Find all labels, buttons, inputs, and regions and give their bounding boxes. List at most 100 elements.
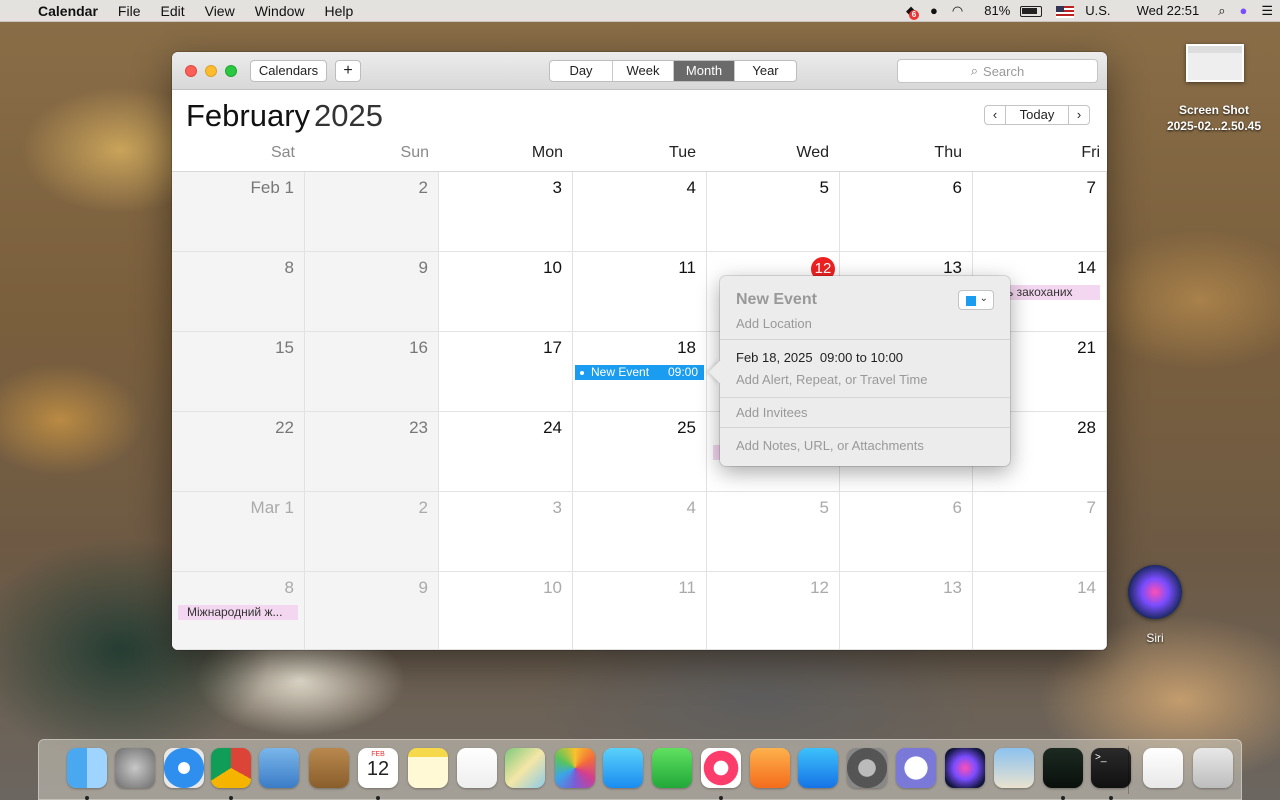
notes-icon[interactable] bbox=[408, 748, 448, 788]
mail-icon[interactable] bbox=[259, 748, 299, 788]
day-cell[interactable]: 24 bbox=[439, 412, 573, 492]
menu-edit[interactable]: Edit bbox=[150, 0, 194, 22]
next-month-button[interactable]: › bbox=[1068, 105, 1090, 125]
tab-week[interactable]: Week bbox=[613, 61, 674, 81]
safari-icon[interactable] bbox=[164, 748, 204, 788]
day-cell[interactable]: 14 bbox=[973, 572, 1107, 650]
day-cell[interactable]: 10 bbox=[439, 252, 573, 332]
wifi-icon[interactable]: ◠ bbox=[945, 3, 970, 19]
preview-icon[interactable] bbox=[994, 748, 1034, 788]
day-cell[interactable]: 8 bbox=[172, 252, 305, 332]
launchpad-icon[interactable] bbox=[115, 748, 155, 788]
add-event-button[interactable]: + bbox=[335, 60, 361, 82]
location-field[interactable]: Add Location bbox=[736, 316, 812, 331]
day-cell[interactable]: 2 bbox=[305, 172, 439, 252]
screenshot-file-date[interactable]: 2025-02...2.50.45 bbox=[1150, 119, 1278, 133]
day-cell[interactable]: 3 bbox=[439, 492, 573, 572]
day-cell[interactable]: 12 bbox=[707, 572, 840, 650]
reminders-icon[interactable] bbox=[457, 748, 497, 788]
day-cell[interactable]: 17 bbox=[439, 332, 573, 412]
dropbox-icon[interactable]: ◆6 bbox=[899, 3, 923, 20]
siri-icon[interactable] bbox=[1128, 565, 1182, 619]
chrome-icon[interactable] bbox=[211, 748, 251, 788]
day-cell[interactable]: 22 bbox=[172, 412, 305, 492]
finder-icon[interactable] bbox=[67, 748, 107, 788]
notes-field[interactable]: Add Notes, URL, or Attachments bbox=[736, 438, 924, 453]
tab-month[interactable]: Month bbox=[674, 61, 735, 81]
day-cell[interactable]: 7 bbox=[973, 492, 1107, 572]
menu-help[interactable]: Help bbox=[315, 0, 364, 22]
day-cell[interactable]: 9 bbox=[305, 252, 439, 332]
day-cell[interactable]: 11 bbox=[573, 572, 707, 650]
books-icon[interactable] bbox=[750, 748, 790, 788]
notification-center-icon[interactable]: ☰ bbox=[1254, 3, 1280, 19]
day-cell[interactable]: 9 bbox=[305, 572, 439, 650]
photos-icon[interactable] bbox=[555, 748, 595, 788]
app-menu[interactable]: Calendar bbox=[32, 0, 108, 22]
clock[interactable]: Wed 22:51 bbox=[1125, 3, 1212, 18]
event-title-field[interactable]: New Event bbox=[736, 291, 817, 309]
minimize-button[interactable] bbox=[205, 65, 217, 77]
day-cell[interactable]: 8 Міжнародний ж... bbox=[172, 572, 305, 650]
day-cell[interactable]: 6 bbox=[840, 172, 973, 252]
day-cell[interactable]: 5 bbox=[707, 172, 840, 252]
siri-dock-icon[interactable] bbox=[945, 748, 985, 788]
activity-monitor-icon[interactable] bbox=[1043, 748, 1083, 788]
facetime-icon[interactable] bbox=[652, 748, 692, 788]
event-womens-day[interactable]: Міжнародний ж... bbox=[178, 605, 298, 620]
screenshot-file-name[interactable]: Screen Shot bbox=[1150, 103, 1278, 117]
battery-status[interactable]: 81% bbox=[970, 3, 1049, 18]
search-input[interactable]: ⌕ Search bbox=[897, 59, 1098, 83]
calendars-button[interactable]: Calendars bbox=[250, 60, 327, 82]
maps-icon[interactable] bbox=[505, 748, 545, 788]
day-cell[interactable]: 15 bbox=[172, 332, 305, 412]
tab-year[interactable]: Year bbox=[735, 61, 796, 81]
downloads-stack-icon[interactable] bbox=[1143, 748, 1183, 788]
menu-window[interactable]: Window bbox=[245, 0, 315, 22]
today-button[interactable]: Today bbox=[1006, 105, 1068, 125]
close-button[interactable] bbox=[185, 65, 197, 77]
calendar-color-picker[interactable]: ⌄ bbox=[958, 290, 994, 310]
contacts-icon[interactable] bbox=[309, 748, 349, 788]
day-cell[interactable]: 25 bbox=[573, 412, 707, 492]
event-datetime[interactable]: Feb 18, 2025 09:00 to 10:00 bbox=[736, 350, 903, 365]
day-cell[interactable]: 6 bbox=[840, 492, 973, 572]
input-source[interactable]: U.S. bbox=[1049, 3, 1124, 18]
trash-icon[interactable] bbox=[1193, 748, 1233, 788]
day-cell[interactable]: 23 bbox=[305, 412, 439, 492]
app-store-icon[interactable] bbox=[798, 748, 838, 788]
system-preferences-icon[interactable] bbox=[847, 748, 887, 788]
day-cell[interactable]: 2 bbox=[305, 492, 439, 572]
invitees-field[interactable]: Add Invitees bbox=[736, 405, 808, 420]
screenshot-file-icon[interactable] bbox=[1186, 44, 1244, 82]
zoom-button[interactable] bbox=[225, 65, 237, 77]
event-new-event[interactable]: New Event 09:00 bbox=[575, 365, 704, 380]
block-app-icon[interactable] bbox=[896, 748, 936, 788]
day-cell[interactable]: 18 New Event 09:00 bbox=[573, 332, 707, 412]
running-indicator bbox=[1109, 796, 1113, 800]
alert-repeat-field[interactable]: Add Alert, Repeat, or Travel Time bbox=[736, 372, 927, 387]
day-cell[interactable]: 4 bbox=[573, 492, 707, 572]
day-cell[interactable]: 4 bbox=[573, 172, 707, 252]
day-cell[interactable]: 7 bbox=[973, 172, 1107, 252]
day-cell[interactable]: Mar 1 bbox=[172, 492, 305, 572]
day-cell[interactable]: 13 bbox=[840, 572, 973, 650]
siri-label[interactable]: Siri bbox=[1125, 631, 1185, 645]
day-cell[interactable]: 10 bbox=[439, 572, 573, 650]
terminal-icon[interactable]: >_ bbox=[1091, 748, 1131, 788]
messages-icon[interactable] bbox=[603, 748, 643, 788]
tab-day[interactable]: Day bbox=[550, 61, 613, 81]
status-app-icon[interactable]: ● bbox=[923, 3, 945, 18]
day-cell[interactable]: 11 bbox=[573, 252, 707, 332]
spotlight-icon[interactable]: ⌕ bbox=[1211, 3, 1232, 19]
day-cell[interactable]: Feb 1 bbox=[172, 172, 305, 252]
menu-view[interactable]: View bbox=[195, 0, 245, 22]
day-cell[interactable]: 16 bbox=[305, 332, 439, 412]
calendar-icon[interactable]: FEB 12 bbox=[358, 748, 398, 788]
menu-file[interactable]: File bbox=[108, 0, 151, 22]
siri-menu-icon[interactable]: ● bbox=[1232, 3, 1254, 18]
day-cell[interactable]: 3 bbox=[439, 172, 573, 252]
day-cell[interactable]: 5 bbox=[707, 492, 840, 572]
previous-month-button[interactable]: ‹ bbox=[984, 105, 1006, 125]
music-icon[interactable] bbox=[701, 748, 741, 788]
